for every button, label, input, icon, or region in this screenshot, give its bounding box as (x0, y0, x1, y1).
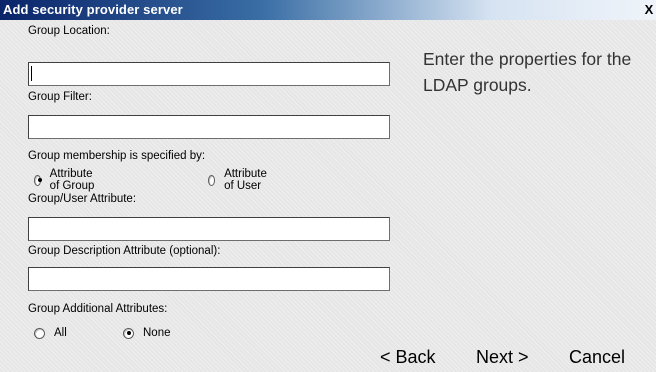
close-icon[interactable]: X (642, 2, 656, 18)
radio-attribute-of-group[interactable]: Attribute of Group (34, 168, 97, 192)
next-button[interactable]: Next > (476, 347, 529, 368)
back-button[interactable]: < Back (380, 347, 436, 368)
dialog-title: Add security provider server (3, 2, 183, 17)
add-security-provider-dialog: Add security provider server X Group Loc… (0, 0, 656, 372)
title-bar[interactable]: Add security provider server X (0, 0, 656, 20)
group-location-label: Group Location: (28, 25, 110, 37)
radio-attribute-of-user[interactable]: Attribute of User (208, 168, 271, 192)
group-description-attribute-label: Group Description Attribute (optional): (28, 245, 221, 257)
group-filter-input[interactable] (28, 115, 390, 139)
instructions-text: Enter the properties for the LDAP groups… (423, 49, 632, 95)
radio-none[interactable]: None (123, 325, 171, 341)
radio-all[interactable]: All (34, 325, 67, 341)
radio-unchecked-icon (208, 174, 216, 186)
radio-checked-icon (123, 327, 134, 339)
cancel-button[interactable]: Cancel (569, 347, 625, 368)
additional-attributes-label: Group Additional Attributes: (28, 303, 168, 315)
group-description-attribute-input[interactable] (28, 267, 390, 291)
group-user-attribute-input[interactable] (28, 217, 390, 241)
group-filter-label: Group Filter: (28, 91, 92, 103)
radio-label: Attribute of User (224, 168, 267, 192)
radio-label: None (143, 327, 171, 339)
text-cursor (31, 66, 32, 81)
membership-label: Group membership is specified by: (28, 150, 206, 162)
radio-label: All (54, 327, 67, 339)
group-user-attribute-label: Group/User Attribute: (28, 193, 137, 205)
radio-unchecked-icon (34, 327, 45, 339)
radio-checked-icon (34, 174, 42, 186)
group-location-input[interactable] (28, 62, 390, 86)
radio-label: Attribute of Group (49, 168, 95, 192)
